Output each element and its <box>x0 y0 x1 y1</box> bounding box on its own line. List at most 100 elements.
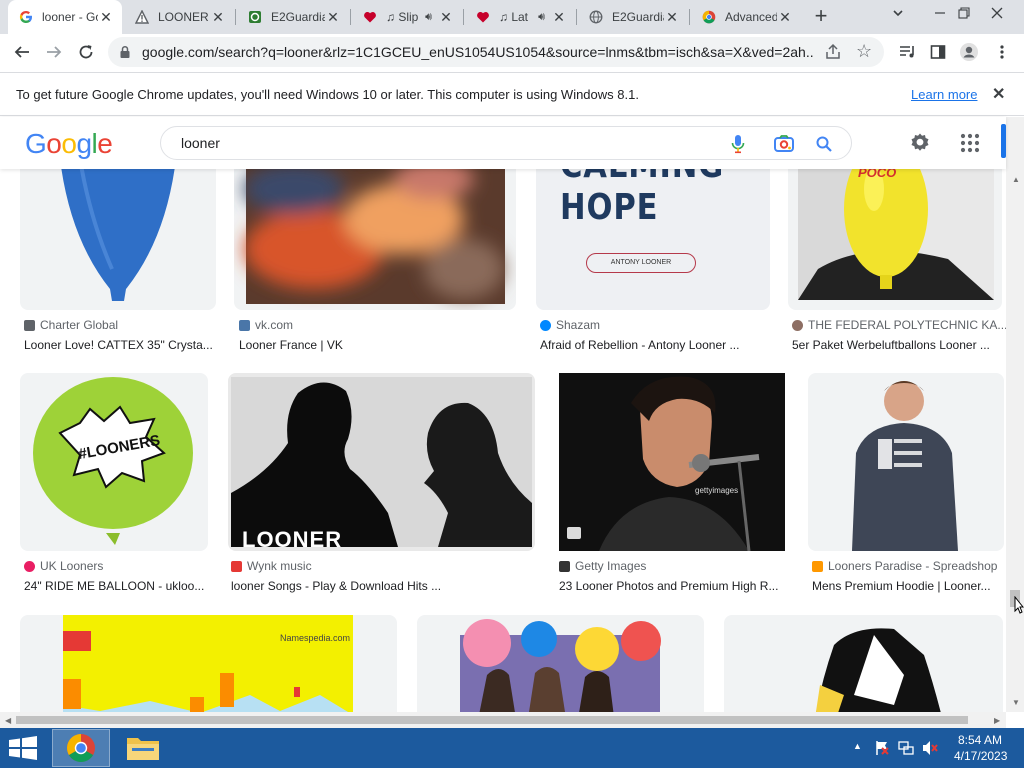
result-caption[interactable]: Looner Love! CATTEX 35" Crysta... <box>24 338 213 352</box>
vertical-scrollbar[interactable] <box>1006 117 1024 712</box>
tab-search-chevron-icon[interactable] <box>888 7 908 27</box>
volume-muted-icon[interactable] <box>922 740 938 756</box>
learn-more-link[interactable]: Learn more <box>911 87 977 102</box>
side-panel-button[interactable] <box>926 40 950 64</box>
taskbar-chrome-button[interactable] <box>52 729 110 767</box>
result-caption[interactable]: Looner France | VK <box>239 338 343 352</box>
logo-letter: o <box>61 128 77 159</box>
result-caption[interactable]: looner Songs - Play & Download Hits ... <box>231 579 441 593</box>
url-text[interactable]: google.com/search?q=looner&rlz=1C1GCEU_e… <box>142 44 814 60</box>
scroll-right-arrow-icon[interactable]: ▶ <box>994 716 1000 725</box>
search-input[interactable]: looner <box>181 135 220 151</box>
result-thumbnail[interactable]: POCO <box>788 169 1002 310</box>
address-bar[interactable]: google.com/search?q=looner&rlz=1C1GCEU_e… <box>108 37 884 67</box>
tab-title: E2Guardian <box>271 10 325 24</box>
tab-e2guardian-2[interactable]: E2Guardian ✕ <box>578 0 688 34</box>
result-thumbnail[interactable] <box>417 615 704 712</box>
new-tab-button[interactable]: + <box>810 5 832 28</box>
search-box[interactable]: looner <box>160 126 852 160</box>
result-thumbnail[interactable]: gettyimages <box>559 373 785 551</box>
lock-icon[interactable] <box>118 45 132 59</box>
google-logo[interactable]: Google <box>25 128 113 160</box>
close-window-button[interactable] <box>974 0 1020 26</box>
hoodie-model-image <box>852 381 958 551</box>
tab-e2guardian-1[interactable]: E2Guardian ✕ <box>237 0 349 34</box>
polytechnic-favicon-icon <box>792 319 803 331</box>
result-caption[interactable]: Mens Premium Hoodie | Looner... <box>812 579 991 593</box>
result-source[interactable]: Charter Global <box>24 318 118 332</box>
blurred-photo-image <box>244 169 505 304</box>
result-source[interactable]: Getty Images <box>559 559 646 573</box>
scroll-down-arrow-icon[interactable]: ▼ <box>1012 698 1020 707</box>
result-source[interactable]: Looners Paradise - Spreadshop <box>812 559 997 573</box>
warning-triangle-icon <box>134 9 150 25</box>
tab-close-icon[interactable]: ✕ <box>438 9 454 25</box>
microphone-icon[interactable] <box>729 134 747 154</box>
result-thumbnail[interactable] <box>234 169 516 310</box>
bookmark-star-icon[interactable]: ☆ <box>856 41 872 62</box>
tab-looner[interactable]: LOONER ✕ <box>124 0 234 34</box>
result-caption[interactable]: Afraid of Rebellion - Antony Looner ... <box>540 338 739 352</box>
result-source[interactable]: UK Looners <box>24 559 103 573</box>
infobar-close-icon[interactable]: ✕ <box>992 84 1005 104</box>
action-center-flag-icon[interactable] <box>874 740 890 756</box>
tab-slip[interactable]: ♫ Slip 🔊︎ ✕ <box>352 0 462 34</box>
tab-looner-google[interactable]: looner - Google ✕ <box>8 0 122 34</box>
profile-button[interactable] <box>957 40 981 64</box>
scroll-up-arrow-icon[interactable]: ▲ <box>1012 175 1020 184</box>
result-caption[interactable]: 23 Looner Photos and Premium High R... <box>559 579 778 593</box>
tab-strip: looner - Google ✕ LOONER ✕ E2Guardian ✕ … <box>0 0 1024 34</box>
speaker-icon[interactable]: 🔊︎ <box>425 11 432 24</box>
windows-start-icon[interactable] <box>8 736 38 760</box>
result-thumbnail[interactable] <box>20 169 216 310</box>
chrome-menu-button[interactable] <box>990 40 1014 64</box>
back-button[interactable] <box>10 40 34 64</box>
clock-time[interactable]: 8:54 AM <box>958 733 1002 747</box>
source-name: vk.com <box>255 318 294 332</box>
tab-close-icon[interactable]: ✕ <box>98 9 114 25</box>
kebab-menu-icon <box>1000 45 1004 59</box>
tray-overflow-icon[interactable]: ▲ <box>853 741 862 751</box>
logo-letter: G <box>25 128 47 159</box>
ukl-favicon-icon <box>24 560 35 572</box>
forward-button[interactable] <box>42 40 66 64</box>
speaker-icon[interactable]: 🔊︎ <box>538 11 545 24</box>
result-thumbnail[interactable]: Namespedia.com <box>20 615 397 712</box>
tab-close-icon[interactable]: ✕ <box>551 9 567 25</box>
tab-close-icon[interactable]: ✕ <box>777 9 793 25</box>
tab-close-icon[interactable]: ✕ <box>664 9 680 25</box>
media-controls-button[interactable] <box>896 40 920 64</box>
clock-date[interactable]: 4/17/2023 <box>954 749 1007 763</box>
result-source[interactable]: vk.com <box>239 318 293 332</box>
result-thumbnail[interactable] <box>724 615 1003 712</box>
tab-close-icon[interactable]: ✕ <box>325 9 341 25</box>
tab-title: ♫ Lat <box>499 10 529 24</box>
result-caption[interactable]: 5er Paket Werbeluftballons Looner ... <box>792 338 990 352</box>
wynk-favicon-icon <box>231 560 242 572</box>
result-source[interactable]: Wynk music <box>231 559 312 573</box>
result-thumbnail[interactable]: LOONER <box>228 373 535 551</box>
result-thumbnail[interactable] <box>808 373 1004 551</box>
google-apps-grid-icon[interactable] <box>960 133 980 153</box>
result-thumbnail[interactable]: CALMING HOPE ANTONY LOONER <box>536 169 770 310</box>
network-icon[interactable] <box>898 740 914 756</box>
file-explorer-icon[interactable] <box>124 732 162 764</box>
album-artist-label: ANTONY LOONER <box>586 253 696 273</box>
settings-gear-icon[interactable] <box>908 131 932 155</box>
reload-button[interactable] <box>74 40 98 64</box>
profile-avatar-icon <box>960 43 978 61</box>
source-name: THE FEDERAL POLYTECHNIC KA... <box>808 318 1006 332</box>
search-icon[interactable] <box>815 134 833 154</box>
result-caption[interactable]: 24" RIDE ME BALLOON - ukloo... <box>24 579 204 593</box>
tab-advanced[interactable]: Advanced ✕ <box>691 0 801 34</box>
result-thumbnail[interactable]: #LOONERS <box>20 373 208 551</box>
lens-camera-icon[interactable] <box>773 134 795 154</box>
result-source[interactable]: THE FEDERAL POLYTECHNIC KA... <box>792 318 1006 332</box>
result-source[interactable]: Shazam <box>540 318 600 332</box>
share-icon[interactable] <box>824 43 842 61</box>
tab-close-icon[interactable]: ✕ <box>210 9 226 25</box>
toolbar: google.com/search?q=looner&rlz=1C1GCEU_e… <box>0 34 1024 70</box>
scroll-left-arrow-icon[interactable]: ◀ <box>5 716 11 725</box>
horizontal-scroll-thumb[interactable] <box>16 716 968 724</box>
tab-lat[interactable]: ♫ Lat 🔊︎ ✕ <box>465 0 575 34</box>
